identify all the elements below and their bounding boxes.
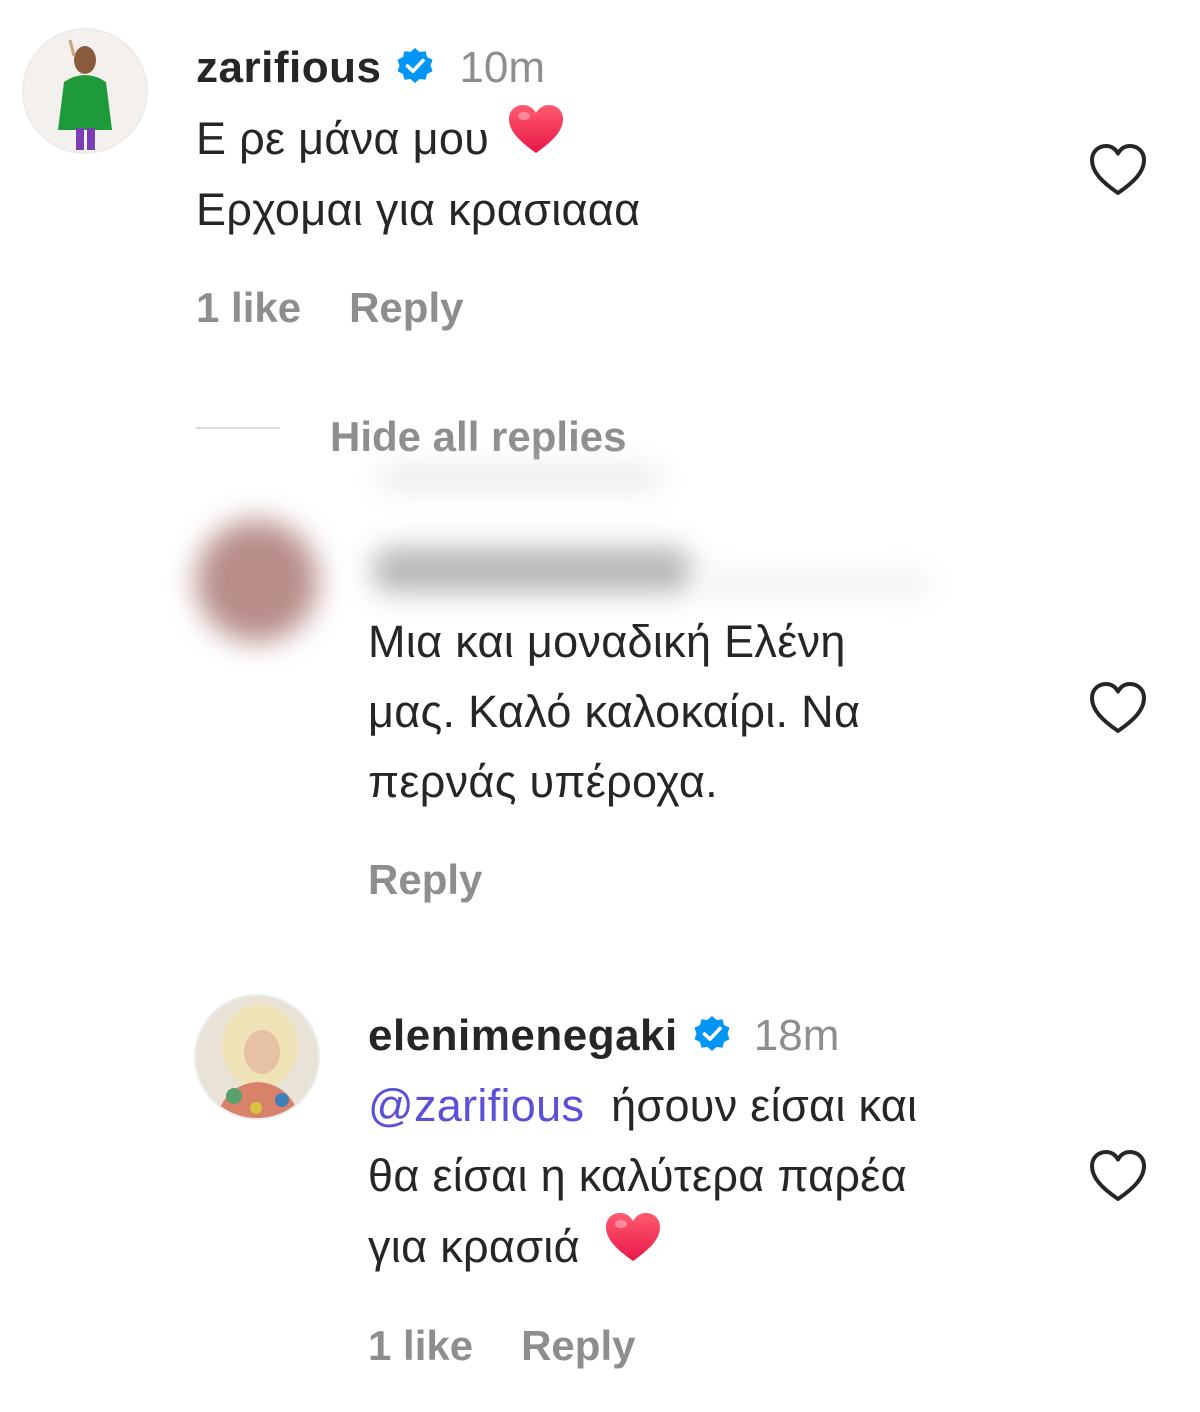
username[interactable]: zarifious: [196, 43, 381, 93]
comment-text: Ε ρε μάνα μου Ερχομαι για κρασιααα: [196, 103, 640, 245]
reply-button[interactable]: Reply: [349, 284, 463, 332]
timestamp: 18m: [753, 1011, 840, 1060]
avatar[interactable]: [196, 520, 318, 642]
avatar-image: [196, 996, 318, 1118]
blurred-area: [700, 575, 930, 593]
heart-outline-icon: [1090, 144, 1146, 195]
heart-outline-icon: [1090, 682, 1146, 733]
likes-count[interactable]: 1 like: [368, 1322, 473, 1370]
comment-line: ήσουν είσαι και: [611, 1080, 918, 1131]
avatar[interactable]: [196, 996, 318, 1118]
reply-button[interactable]: Reply: [521, 1322, 635, 1370]
comment-line: για κρασιά: [368, 1221, 580, 1272]
avatar-image: [24, 30, 146, 152]
heart-outline-icon: [1090, 1150, 1146, 1201]
comment-line: Ε ρε μάνα μου: [196, 113, 490, 164]
heart-emoji-icon: [604, 1211, 662, 1283]
username[interactable]: elenimenegaki: [368, 1011, 678, 1061]
comment-line: Ερχομαι για κρασιααα: [196, 184, 641, 235]
like-button[interactable]: [1088, 680, 1148, 741]
heart-emoji-icon: [507, 103, 565, 175]
like-button[interactable]: [1088, 1148, 1148, 1209]
avatar[interactable]: [24, 30, 146, 152]
like-button[interactable]: [1088, 142, 1148, 203]
likes-count[interactable]: 1 like: [196, 284, 301, 332]
comment-header: elenimenegaki 18m: [368, 1008, 839, 1064]
comment-text: Μια και μοναδική Ελένη μας. Καλό καλοκαί…: [368, 607, 860, 817]
verified-badge-icon: [692, 1014, 732, 1059]
blurred-area: [380, 470, 660, 486]
verified-badge-icon: [395, 46, 435, 91]
comment-actions: 1 like Reply: [368, 1322, 635, 1370]
mention-link[interactable]: @zarifious: [368, 1080, 584, 1131]
hide-replies-button[interactable]: Hide all replies: [330, 413, 626, 461]
reply-button[interactable]: Reply: [368, 856, 482, 904]
comment-line: περνάς υπέροχα.: [368, 756, 718, 807]
replies-divider: [196, 427, 280, 429]
comment-line: Μια και μοναδική Ελένη: [368, 616, 846, 667]
username-blurred[interactable]: [372, 548, 692, 592]
comment-actions: 1 like Reply: [196, 284, 463, 332]
comment-header: zarifious 10m: [196, 40, 545, 96]
comment-line: μας. Καλό καλοκαίρι. Να: [368, 686, 861, 737]
timestamp: 10m: [459, 43, 546, 92]
comment-line: θα είσαι η καλύτερα παρέα: [368, 1150, 907, 1201]
comment-text: @zarifious ήσουν είσαι και θα είσαι η κα…: [368, 1071, 917, 1283]
